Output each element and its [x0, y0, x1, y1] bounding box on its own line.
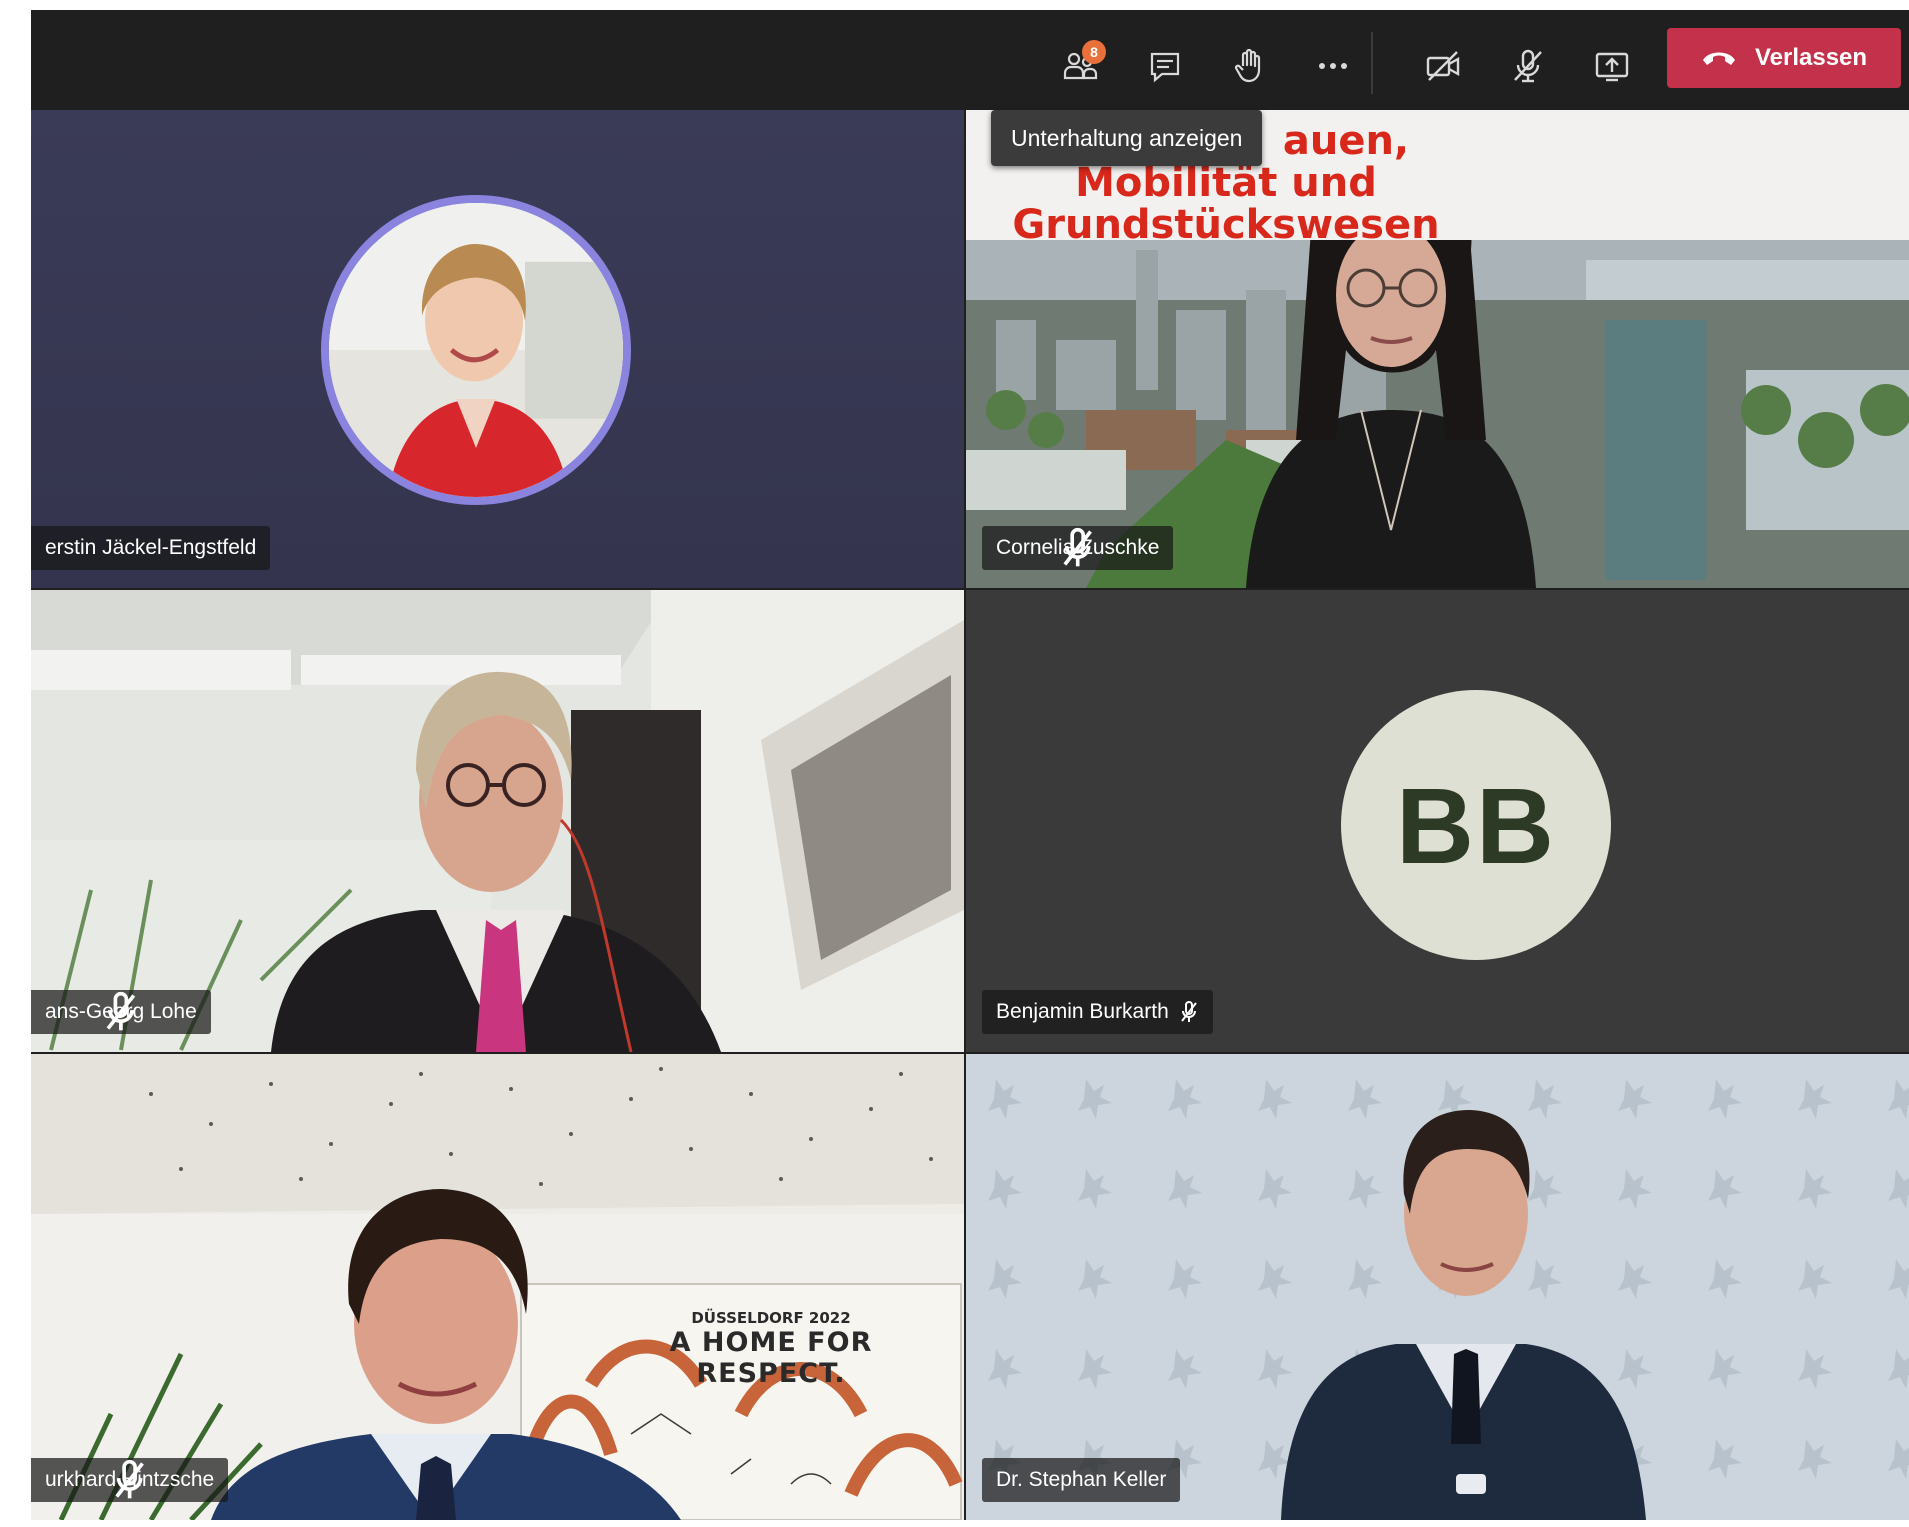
more-icon	[1319, 63, 1347, 69]
camera-off-icon	[1426, 51, 1460, 81]
video-tile-lohe[interactable]: ans-Georg Lohe	[31, 590, 964, 1052]
portrait-image	[329, 203, 623, 497]
mic-off-icon	[1514, 49, 1542, 83]
mic-muted-small-icon	[1180, 1001, 1197, 1022]
poster-line-1: DÜSSELDORF 2022	[691, 1309, 851, 1327]
phone-hangup-icon	[1702, 52, 1735, 65]
leave-label: Verlassen	[1754, 44, 1868, 71]
raise-hand-button[interactable]	[1221, 38, 1277, 94]
mic-muted-small-icon	[106, 991, 136, 1031]
mic-muted-small-icon	[1063, 527, 1092, 567]
meeting-toolbar: 8 Verlassen	[31, 10, 1909, 110]
raise-hand-icon	[1234, 48, 1261, 83]
wallpaper-scene-image	[966, 1054, 1909, 1520]
poster-line-2: A HOME FOR RESPECT.	[669, 1327, 873, 1389]
toolbar-divider	[1371, 32, 1373, 94]
participant-name-tag: erstin Jäckel-Engstfeld	[31, 526, 271, 570]
banner-line-3: Grundstückswesen	[1012, 202, 1440, 248]
video-tile-keller[interactable]: Dr. Stephan Keller	[966, 1054, 1909, 1520]
chat-icon	[1150, 52, 1180, 83]
participant-name-tag: ans-Georg Lohe	[31, 990, 211, 1034]
microphone-toggle-button[interactable]	[1500, 38, 1556, 94]
poster-text: DÜSSELDORF 2022 A HOME FOR RESPECT.	[591, 1309, 951, 1389]
participant-name-tag: urkhard Hintzsche	[31, 1458, 229, 1502]
chat-tooltip: Unterhaltung anzeigen	[991, 110, 1263, 166]
camera-toggle-button[interactable]	[1415, 38, 1471, 94]
leave-button[interactable]: Verlassen	[1667, 28, 1901, 88]
video-tile-burkarth[interactable]: BB Benjamin Burkarth	[966, 590, 1909, 1052]
participant-name: Benjamin Burkarth	[996, 1000, 1169, 1023]
participant-name: erstin Jäckel-Engstfeld	[45, 536, 257, 559]
share-screen-icon	[1595, 52, 1629, 82]
share-screen-button[interactable]	[1584, 38, 1640, 94]
mic-muted-small-icon	[115, 1459, 144, 1499]
participant-name: Dr. Stephan Keller	[996, 1468, 1167, 1491]
participants-button[interactable]: 8	[1052, 38, 1108, 94]
participant-name-tag: Benjamin Burkarth	[982, 990, 1213, 1034]
participant-name-tag: Cornelia Zuschke	[982, 526, 1174, 570]
chat-button[interactable]	[1137, 38, 1193, 94]
meeting-window: 8 Verlassen Unterhaltung anzeigen erstin…	[31, 10, 1909, 1520]
video-tile-jaeckel-engstfeld[interactable]: erstin Jäckel-Engstfeld	[31, 110, 964, 588]
more-actions-button[interactable]	[1305, 38, 1361, 94]
participants-count-badge: 8	[1082, 40, 1106, 64]
video-tile-zuschke[interactable]: auen, Mobilität und Grundstückswesen Cor…	[966, 110, 1909, 588]
participant-name-tag: Dr. Stephan Keller	[982, 1458, 1181, 1502]
office-scene-image	[31, 590, 964, 1052]
office-poster-scene-image	[31, 1054, 964, 1520]
banner-line-2: Mobilität und	[1075, 160, 1377, 206]
profile-photo-avatar	[321, 195, 631, 505]
initials-avatar: BB	[1341, 690, 1611, 960]
video-tile-hintzsche[interactable]: DÜSSELDORF 2022 A HOME FOR RESPECT. urkh…	[31, 1054, 964, 1520]
